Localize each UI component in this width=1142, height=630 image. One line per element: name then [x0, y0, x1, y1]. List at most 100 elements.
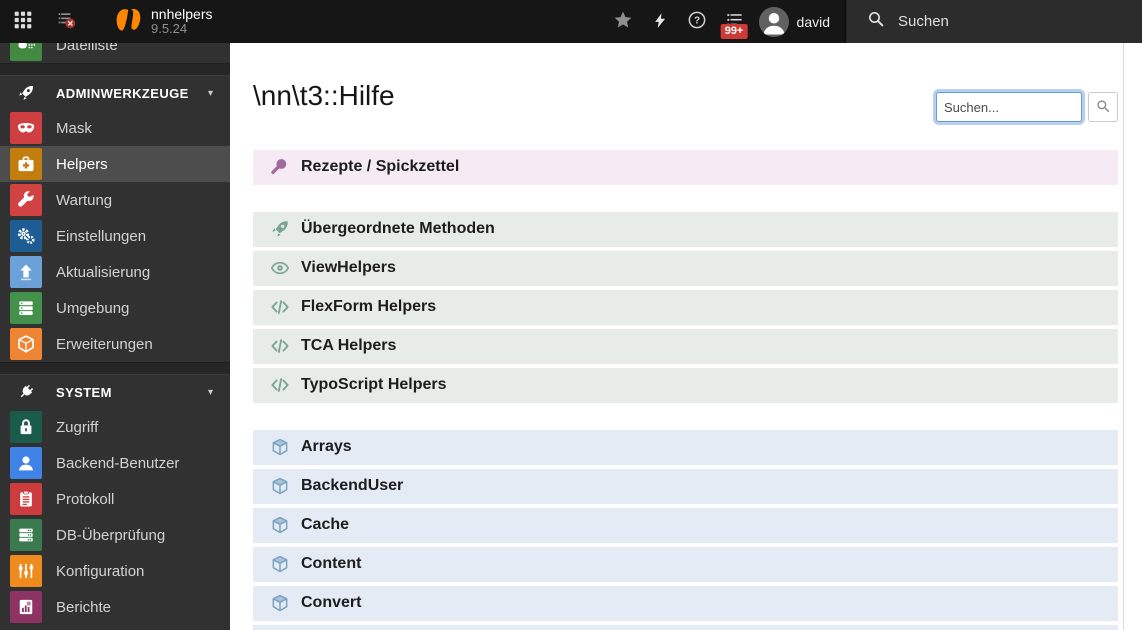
report-icon	[10, 591, 42, 623]
package-icon	[270, 593, 290, 613]
row-label: Rezepte / Spickzettel	[301, 158, 460, 176]
row-arrays[interactable]: Arrays	[253, 429, 1118, 465]
user-menu[interactable]: david	[753, 6, 845, 37]
code-icon	[270, 336, 290, 356]
server-icon	[10, 292, 42, 324]
sidebar-item-db-berpr-fung[interactable]: DB-Überprüfung	[0, 517, 230, 553]
status-badge: 99+	[720, 24, 748, 40]
lock-icon	[10, 411, 42, 443]
helper-group-pink: Rezepte / Spickzettel	[253, 149, 1118, 185]
helper-group-green: Übergeordnete Methoden ViewHelpers FlexFor…	[253, 211, 1118, 403]
main-area: \nn\t3::Hilfe Rezepte / SpickzettelÜberg…	[230, 43, 1142, 630]
bookmark-star-icon	[613, 10, 633, 33]
chevron-down-icon: ▾	[207, 87, 213, 99]
module-menu-grid-icon	[13, 10, 33, 33]
cube-icon	[10, 328, 42, 360]
package-icon	[270, 554, 290, 574]
row-tca-helpers[interactable]: TCA Helpers	[253, 328, 1118, 364]
row-label: TCA Helpers	[301, 337, 397, 355]
extension-name: nnhelpers	[151, 5, 213, 22]
bolt-icon	[652, 12, 669, 32]
help-icon: ?	[687, 10, 707, 33]
sidebar-item-aktualisierung[interactable]: Aktualisierung	[0, 254, 230, 290]
sidebar-item-protokoll[interactable]: Protokoll	[0, 481, 230, 517]
sidebar-item-zugriff[interactable]: Zugriff	[0, 409, 230, 445]
sidebar-item-umgebung[interactable]: Umgebung	[0, 290, 230, 326]
sidebar-section-system[interactable]: SYSTEM ▾	[0, 375, 230, 409]
filelist-icon	[10, 43, 42, 61]
sidebar-item-label: Protokoll	[56, 490, 115, 508]
sidebar-item-label: Berichte	[56, 598, 112, 616]
bookmarks-button[interactable]	[605, 0, 642, 43]
opendocs-button[interactable]: 99+	[716, 0, 753, 43]
sidebar-item-dateiliste[interactable]: Dateiliste	[0, 43, 230, 63]
row-content[interactable]: Content	[253, 546, 1118, 582]
rocket-icon	[10, 84, 42, 102]
avatar	[758, 6, 789, 37]
sidebar-section-divider	[0, 362, 230, 375]
search-submit-button[interactable]	[1088, 92, 1118, 122]
magnifier-icon	[270, 157, 290, 177]
database-icon	[10, 519, 42, 551]
svg-text:?: ?	[694, 16, 700, 27]
row-convert[interactable]: Convert	[253, 585, 1118, 621]
wrench-icon	[10, 184, 42, 216]
row-flexform-helpers[interactable]: FlexForm Helpers	[253, 289, 1118, 325]
sidebar-item-label: Konfiguration	[56, 562, 145, 580]
sidebar-item-berichte[interactable]: Berichte	[0, 589, 230, 625]
clear-cache-button[interactable]	[642, 0, 679, 43]
sidebar-item-label: Zugriff	[56, 418, 99, 436]
row-label: Arrays	[301, 438, 352, 456]
row-label: Convert	[301, 594, 362, 612]
eye-icon	[270, 258, 290, 278]
row-bergeordnete-methoden[interactable]: Übergeordnete Methoden	[253, 211, 1118, 247]
sidebar-item-label: Umgebung	[56, 299, 130, 317]
sidebar-item-helpers[interactable]: Helpers	[0, 146, 230, 182]
sidebar-item-label: Mask	[56, 119, 92, 137]
sliders-icon	[10, 555, 42, 587]
package-icon	[270, 476, 290, 496]
topbar: nnhelpers 9.5.24 ? 99+ david Suchen	[0, 0, 1142, 43]
search-icon	[1096, 99, 1110, 116]
app-logo[interactable]: nnhelpers 9.5.24	[115, 0, 213, 43]
topbar-search[interactable]: Suchen	[845, 0, 1142, 43]
sidebar-item-label: Erweiterungen	[56, 335, 153, 353]
user-icon	[10, 447, 42, 479]
row-typoscript-helpers[interactable]: TypoScript Helpers	[253, 367, 1118, 403]
row-cache[interactable]: Cache	[253, 507, 1118, 543]
sidebar-nav: Dateiliste ADMINWERKZEUGE ▾ Mask Helpers Wart…	[0, 43, 230, 630]
sidebar-item-wartung[interactable]: Wartung	[0, 182, 230, 218]
code-icon	[270, 375, 290, 395]
helper-list: Rezepte / Spickzettel Übergeordnete Metho…	[253, 149, 1118, 630]
row-partial[interactable]	[253, 624, 1118, 630]
sidebar-item-label: Helpers	[56, 155, 108, 173]
sidebar-item-label: Aktualisierung	[56, 263, 151, 281]
opendocs-close-icon	[57, 10, 77, 33]
search-input[interactable]	[936, 92, 1082, 122]
rocket-icon	[270, 219, 290, 239]
sidebar-item-backend-benutzer[interactable]: Backend-Benutzer	[0, 445, 230, 481]
row-rezepte-spickzettel[interactable]: Rezepte / Spickzettel	[253, 149, 1118, 185]
help-button[interactable]: ?	[679, 0, 716, 43]
sidebar-item-einstellungen[interactable]: Einstellungen	[0, 218, 230, 254]
extension-version: 9.5.24	[151, 21, 188, 37]
sidebar-item-label: Backend-Benutzer	[56, 454, 180, 472]
row-viewhelpers[interactable]: ViewHelpers	[253, 250, 1118, 286]
module-menu-button[interactable]	[0, 0, 45, 43]
row-label: Übergeordnete Methoden	[301, 220, 495, 238]
toolbar: ? 99+ david	[605, 0, 845, 43]
module-search	[936, 92, 1118, 122]
plug-icon	[10, 383, 42, 401]
sidebar-section-label: SYSTEM	[56, 384, 112, 400]
sidebar-section-adminwerkzeuge[interactable]: ADMINWERKZEUGE ▾	[0, 76, 230, 110]
opendocs-close-button[interactable]	[45, 0, 89, 43]
sidebar-item-erweiterungen[interactable]: Erweiterungen	[0, 326, 230, 362]
scrollbar-track[interactable]	[1123, 43, 1124, 630]
firstaid-icon	[10, 148, 42, 180]
sidebar-item-mask[interactable]: Mask	[0, 110, 230, 146]
sidebar-item-konfiguration[interactable]: Konfiguration	[0, 553, 230, 589]
row-label: FlexForm Helpers	[301, 298, 437, 316]
mask-icon	[10, 112, 42, 144]
row-backenduser[interactable]: BackendUser	[253, 468, 1118, 504]
sidebar-item-label: DB-Überprüfung	[56, 526, 166, 544]
